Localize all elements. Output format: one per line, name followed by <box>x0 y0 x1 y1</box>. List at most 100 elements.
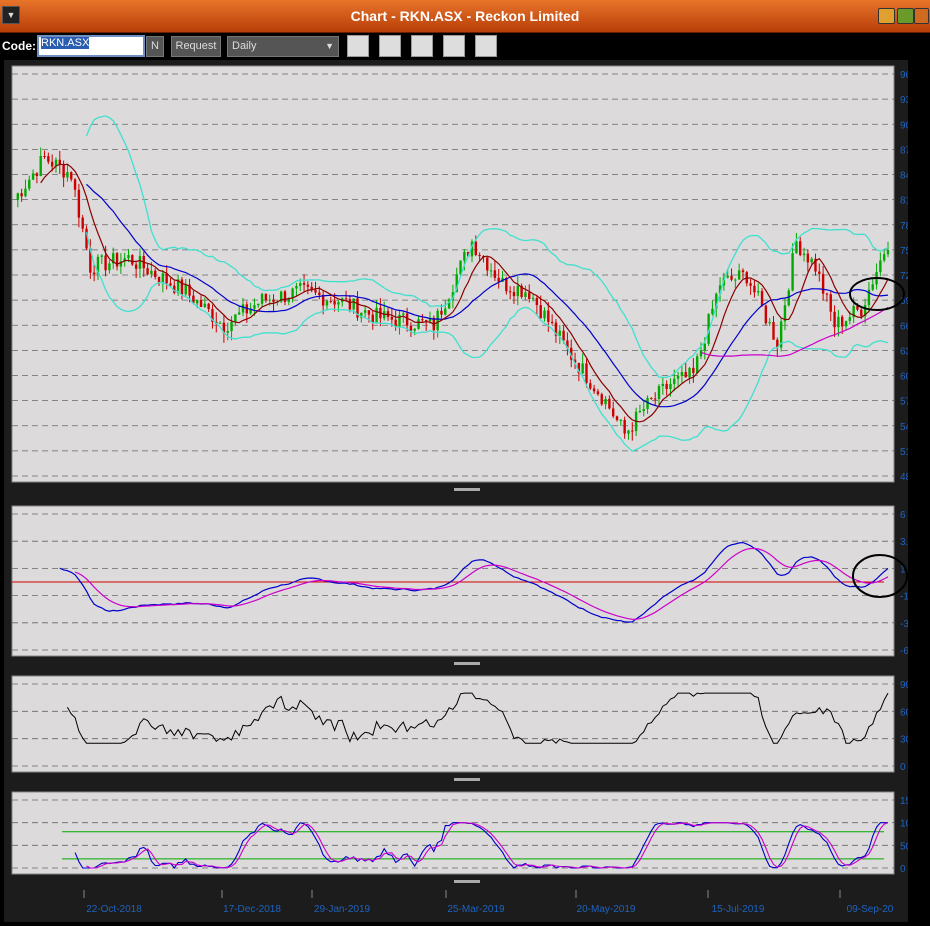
price-candle <box>860 309 863 317</box>
price-candle <box>203 303 207 307</box>
rsi-pane-tick-label: 0 <box>900 762 906 773</box>
code-input[interactable]: RKN.ASX <box>37 35 145 57</box>
price-candle <box>508 291 512 293</box>
price-candle <box>417 319 420 329</box>
price-candle <box>241 304 245 313</box>
price-candle <box>528 292 531 299</box>
price-candle <box>882 254 886 261</box>
x-axis-label: 09-Sep-20 <box>847 904 894 915</box>
price-candle <box>791 253 794 291</box>
price-candle <box>550 321 554 323</box>
price-pane-tick-label: 84 <box>900 171 908 182</box>
price-candle <box>325 300 329 306</box>
price-candle <box>253 305 256 309</box>
stoch-pane-tick-label: 0 <box>900 864 906 875</box>
price-candle <box>505 278 508 292</box>
price-pane-tick-label: 96 <box>900 70 908 81</box>
price-candle <box>218 322 222 324</box>
price-candle <box>558 330 561 336</box>
price-candle <box>539 305 542 319</box>
price-candle <box>39 156 42 176</box>
n-button[interactable]: N <box>146 36 164 57</box>
price-candle <box>692 367 695 374</box>
price-candle <box>753 285 756 293</box>
close-button[interactable] <box>914 8 929 24</box>
price-candle <box>409 325 413 331</box>
macd-pane-tick-label: -3.6 <box>900 619 908 630</box>
request-button[interactable]: Request <box>171 36 221 57</box>
price-candle <box>283 291 287 302</box>
stoch-pane-tick-label: 150 <box>900 796 908 807</box>
price-candle <box>676 375 680 379</box>
x-axis-label: 22-Oct-2018 <box>86 904 142 915</box>
price-candle <box>848 317 852 321</box>
macd-pane-tick-label: -1.2 <box>900 592 908 603</box>
price-candle <box>367 310 371 315</box>
chart-canvas[interactable]: 969390878481787572696663605754514863.61.… <box>4 60 908 922</box>
interval-select[interactable]: Daily ▼ <box>227 36 339 57</box>
price-candle <box>264 293 268 301</box>
x-axis-label: 29-Jan-2019 <box>314 904 371 915</box>
document-icon[interactable] <box>379 35 401 57</box>
price-pane-tick-label: 78 <box>900 221 908 232</box>
price-candle <box>703 343 707 351</box>
price-candle <box>512 291 516 297</box>
stoch-pane-background <box>11 791 895 875</box>
macd-pane-background <box>11 505 895 657</box>
rsi-pane-background <box>11 675 895 773</box>
price-candle <box>237 312 241 315</box>
price-candle <box>695 356 699 374</box>
price-candle <box>642 409 645 412</box>
price-candle <box>764 305 768 324</box>
price-candle <box>810 258 813 263</box>
price-candle <box>665 383 668 390</box>
price-candle <box>737 270 741 280</box>
price-candle <box>760 291 764 306</box>
price-candle <box>70 172 73 180</box>
price-pane-tick-label: 66 <box>900 321 908 332</box>
price-candle <box>413 328 416 331</box>
price-candle <box>638 411 642 413</box>
price-candle <box>623 419 626 434</box>
price-candle <box>73 179 77 190</box>
price-candle <box>615 416 619 420</box>
maximize-button[interactable] <box>897 8 914 24</box>
price-candle <box>154 270 157 278</box>
price-candle <box>741 270 745 273</box>
zoom-icon[interactable] <box>443 35 465 57</box>
price-candle <box>531 298 535 300</box>
price-candle <box>661 383 665 387</box>
price-candle <box>195 299 199 304</box>
price-candle <box>169 283 172 286</box>
price-candle <box>673 378 676 384</box>
minimize-button[interactable] <box>878 8 895 24</box>
price-candle <box>650 397 653 399</box>
price-candle <box>207 303 210 310</box>
price-candle <box>138 256 142 269</box>
price-candle <box>478 254 481 257</box>
price-candle <box>581 363 584 374</box>
price-candle <box>474 241 478 255</box>
price-candle <box>592 388 596 392</box>
price-candle <box>35 173 39 176</box>
price-candle <box>562 330 565 341</box>
price-candle <box>444 308 447 315</box>
price-candle <box>772 321 775 340</box>
line-chart-icon[interactable] <box>347 35 369 57</box>
color-palette-icon[interactable] <box>411 35 433 57</box>
price-candle <box>657 386 661 399</box>
price-candle <box>104 255 107 271</box>
price-candle <box>631 430 634 432</box>
price-candle <box>405 313 409 326</box>
price-candle <box>489 270 493 272</box>
price-pane-background <box>11 65 895 483</box>
price-candle <box>829 294 832 312</box>
price-candle <box>440 310 443 315</box>
price-candle <box>749 283 752 286</box>
price-candle <box>619 419 623 421</box>
price-candle <box>436 310 439 331</box>
price-candle <box>757 291 760 293</box>
tools-icon[interactable] <box>475 35 497 57</box>
price-candle <box>157 277 161 283</box>
price-candle <box>390 316 394 320</box>
